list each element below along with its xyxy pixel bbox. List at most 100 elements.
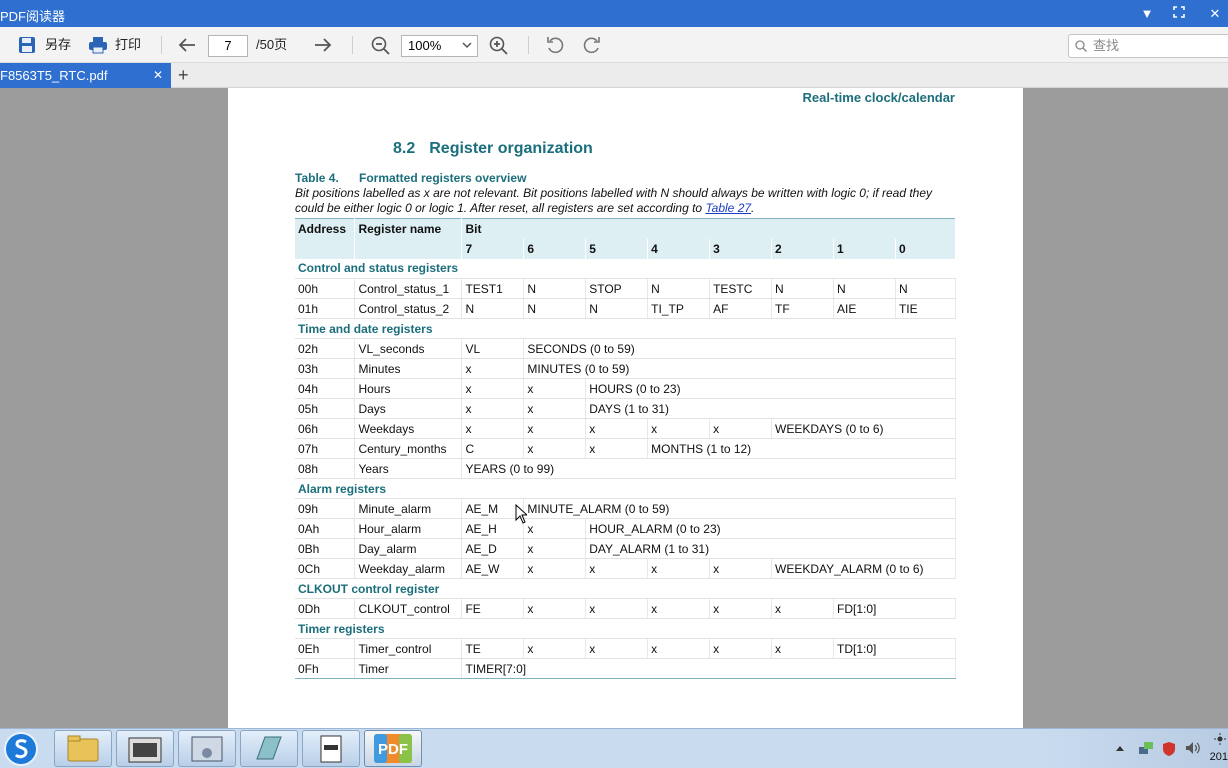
cell: x bbox=[709, 558, 773, 579]
maximize-button[interactable] bbox=[1168, 4, 1190, 23]
cell: TF bbox=[771, 298, 834, 319]
cell: x bbox=[523, 638, 587, 659]
running-header: Real-time clock/calendar bbox=[802, 90, 955, 105]
cell: N bbox=[647, 278, 711, 299]
cell: 0Ch bbox=[295, 558, 356, 579]
cell: x bbox=[523, 538, 587, 559]
rotate-left-icon bbox=[547, 37, 564, 54]
toolbar-divider bbox=[352, 36, 353, 54]
save-icon bbox=[19, 37, 35, 53]
zoom-out-icon bbox=[371, 36, 390, 55]
rotate-right-button[interactable] bbox=[583, 34, 601, 56]
brightness-icon[interactable] bbox=[1214, 733, 1226, 745]
zoom-out-button[interactable] bbox=[371, 34, 390, 56]
cell: 0Fh bbox=[295, 658, 356, 679]
search-input[interactable]: 查找 bbox=[1068, 34, 1228, 58]
zoom-select[interactable]: 100% bbox=[401, 35, 478, 57]
cell: C bbox=[461, 438, 525, 459]
cell: TE bbox=[461, 638, 525, 659]
start-button[interactable] bbox=[4, 732, 38, 766]
cell: Days bbox=[354, 398, 463, 419]
header-bit-2: 2 bbox=[771, 238, 834, 259]
cell: DAYS (1 to 31) bbox=[585, 398, 956, 419]
cell: WEEKDAY_ALARM (0 to 6) bbox=[771, 558, 956, 579]
cell: 0Dh bbox=[295, 598, 356, 619]
taskbar-microsoft-app[interactable] bbox=[116, 730, 174, 767]
section-heading: 8.2 Register organization bbox=[393, 140, 593, 158]
minimize-button[interactable]: ▼ bbox=[1136, 4, 1158, 23]
chevron-down-icon bbox=[462, 42, 472, 49]
toolbar-divider bbox=[161, 36, 162, 54]
table-row: 08h Years YEARS (0 to 99) bbox=[295, 458, 956, 479]
table-row: 0Eh Timer_control TE x x x x x TD[1:0] bbox=[295, 638, 956, 659]
previous-page-button[interactable] bbox=[178, 34, 196, 56]
document-tab[interactable]: F8563T5_RTC.pdf ✕ bbox=[0, 63, 171, 88]
page-number-input[interactable]: 7 bbox=[208, 35, 248, 57]
cell: x bbox=[523, 598, 587, 619]
table-row: 09h Minute_alarm AE_M MINUTE_ALARM (0 to… bbox=[295, 498, 956, 519]
cell: STOP bbox=[585, 278, 649, 299]
cell: WEEKDAYS (0 to 6) bbox=[771, 418, 956, 439]
table-row: 04h Hours x x HOURS (0 to 23) bbox=[295, 378, 956, 399]
cell: x bbox=[771, 638, 834, 659]
cell: Control_status_1 bbox=[354, 278, 463, 299]
cell: x bbox=[709, 638, 773, 659]
table-caption: Table 4. Formatted registers overview bbox=[295, 171, 526, 185]
cell: Day_alarm bbox=[354, 538, 463, 559]
cell: x bbox=[461, 398, 525, 419]
cell: 06h bbox=[295, 418, 356, 439]
cell: 08h bbox=[295, 458, 356, 479]
zoom-in-button[interactable] bbox=[489, 34, 508, 56]
cell: N bbox=[771, 278, 834, 299]
pdf-reader-icon: PDF bbox=[374, 734, 412, 763]
print-button[interactable]: 打印 bbox=[88, 34, 141, 56]
volume-icon[interactable] bbox=[1185, 741, 1201, 755]
new-tab-button[interactable]: + bbox=[178, 65, 189, 85]
document-viewer[interactable]: Real-time clock/calendar 8.2 Register org… bbox=[0, 88, 1228, 728]
notepad-icon bbox=[256, 736, 282, 760]
tab-close-button[interactable]: ✕ bbox=[153, 63, 163, 88]
save-as-button[interactable]: 另存 bbox=[18, 34, 71, 56]
table-row: 0Dh CLKOUT_control FE x x x x x FD[1:0] bbox=[295, 598, 956, 619]
maximize-icon bbox=[1173, 6, 1185, 18]
table-27-link[interactable]: Table 27 bbox=[705, 201, 751, 215]
header-bit-7: 7 bbox=[461, 238, 525, 259]
cell: 0Bh bbox=[295, 538, 356, 559]
taskbar-control-panel[interactable] bbox=[178, 730, 236, 767]
table-row: 0Fh Timer TIMER[7:0] bbox=[295, 658, 956, 679]
close-button[interactable]: ✕ bbox=[1204, 4, 1226, 23]
taskbar-folder[interactable] bbox=[54, 730, 112, 767]
taskbar-pdf-reader[interactable]: PDF bbox=[364, 730, 422, 767]
group-heading: CLKOUT control register bbox=[295, 578, 956, 599]
table-note: Bit positions labelled as x are not rele… bbox=[295, 186, 955, 216]
security-shield-icon[interactable] bbox=[1162, 741, 1176, 757]
cell: TEST1 bbox=[461, 278, 525, 299]
cell: Control_status_2 bbox=[354, 298, 463, 319]
note-end: . bbox=[751, 201, 755, 215]
cell: x bbox=[585, 418, 649, 439]
table-row: 0Ah Hour_alarm AE_H x HOUR_ALARM (0 to 2… bbox=[295, 518, 956, 539]
zoom-value: 100% bbox=[408, 38, 442, 53]
header-bit-1: 1 bbox=[833, 238, 896, 259]
cell: x bbox=[461, 378, 525, 399]
cell: x bbox=[523, 378, 587, 399]
network-icon[interactable] bbox=[1138, 741, 1154, 755]
zoom-in-icon bbox=[489, 36, 508, 55]
title-bar: PDF阅读器 ▼ ✕ bbox=[0, 0, 1228, 27]
print-label: 打印 bbox=[115, 37, 142, 52]
table-row: 01h Control_status_2 N N N TI_TP AF TF A… bbox=[295, 298, 957, 319]
table-row: 03h Minutes x MINUTES (0 to 59) bbox=[295, 358, 956, 379]
rotate-left-button[interactable] bbox=[546, 34, 564, 56]
next-page-button[interactable] bbox=[314, 34, 332, 56]
cell: x bbox=[523, 558, 587, 579]
taskbar-notepad[interactable] bbox=[240, 730, 298, 767]
cell: x bbox=[523, 418, 587, 439]
text-editor-icon bbox=[320, 735, 342, 763]
pdf-app-label: PDF bbox=[378, 741, 408, 758]
taskbar-text-editor[interactable] bbox=[302, 730, 360, 767]
cell: TIMER[7:0] bbox=[461, 658, 956, 679]
clock[interactable]: 201 bbox=[1210, 751, 1228, 763]
cell: AE_W bbox=[461, 558, 525, 579]
show-hidden-icons-icon[interactable] bbox=[1116, 745, 1124, 751]
cell: FE bbox=[461, 598, 525, 619]
